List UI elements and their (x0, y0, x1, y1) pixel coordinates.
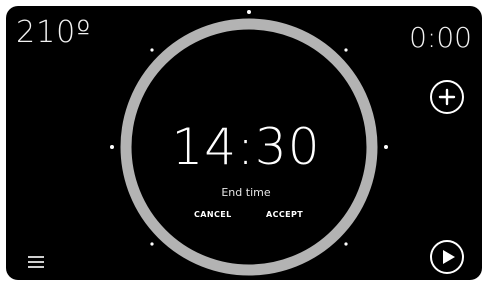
play-button[interactable] (430, 240, 464, 274)
end-time-value: 14:30 (171, 118, 321, 176)
end-time-label: End time (221, 186, 271, 199)
timer-readout: 0:00 (409, 21, 472, 54)
play-icon (443, 250, 455, 264)
plus-icon (438, 88, 456, 106)
menu-icon (28, 256, 44, 258)
accept-button[interactable]: ACCEPT (266, 210, 303, 219)
device-frame: 210º 0:00 14:30 End time CANCEL ACCEPT (0, 0, 488, 286)
oven-screen: 210º 0:00 14:30 End time CANCEL ACCEPT (6, 6, 482, 280)
add-button[interactable] (430, 80, 464, 114)
menu-icon-line (28, 266, 44, 268)
tick-4-30 (344, 242, 348, 246)
menu-button[interactable] (28, 256, 44, 270)
tick-10-30 (150, 48, 154, 52)
menu-icon-line (28, 261, 44, 263)
temperature-readout: 210º (16, 15, 92, 50)
tick-3 (384, 145, 388, 149)
tick-7-30 (150, 242, 154, 246)
tick-1-30 (344, 48, 348, 52)
tick-12 (247, 10, 251, 14)
cancel-button[interactable]: CANCEL (194, 210, 232, 219)
tick-9 (110, 145, 114, 149)
